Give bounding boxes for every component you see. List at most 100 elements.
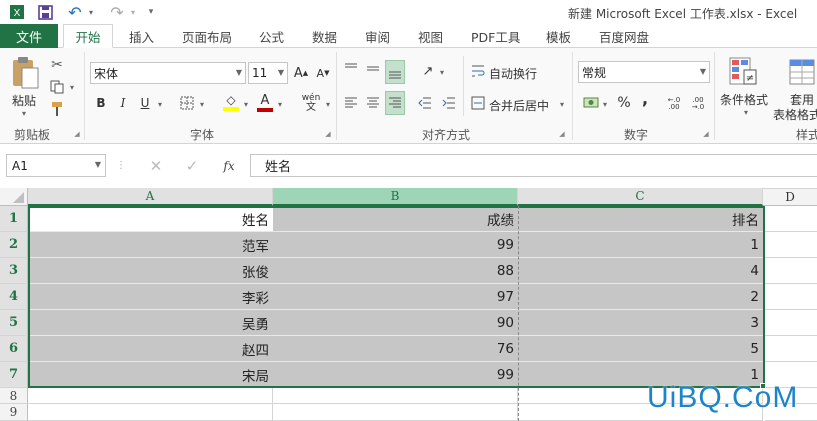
name-box[interactable]: A1 ▼ [6, 154, 106, 177]
row-header[interactable]: 9 [0, 404, 28, 421]
tab-formulas[interactable]: 公式 [255, 24, 288, 48]
bold-button[interactable]: B [93, 94, 109, 112]
wrap-text-icon[interactable] [470, 63, 486, 79]
cell-b6[interactable]: 76 [273, 336, 518, 362]
customize-qat-icon[interactable]: ▾ [142, 3, 160, 21]
comma-style-button[interactable]: , [638, 88, 652, 108]
column-header-a[interactable]: A [28, 188, 273, 206]
cell-a4[interactable]: 李彩 [28, 284, 273, 310]
tab-file[interactable]: 文件 [0, 24, 58, 48]
borders-dropdown-icon[interactable]: ▾ [197, 97, 207, 111]
cell-a2[interactable]: 范军 [28, 232, 273, 258]
confirm-entry-icon[interactable]: ✓ [182, 156, 202, 176]
row-header[interactable]: 7 [0, 362, 28, 388]
format-painter-icon[interactable] [48, 100, 66, 118]
conditional-formatting-icon[interactable]: ≠ [728, 56, 760, 88]
cell-b8[interactable] [273, 388, 518, 404]
format-as-table-icon[interactable] [788, 56, 816, 88]
redo-dropdown-icon[interactable]: ▾ [124, 3, 142, 21]
paste-label[interactable]: 粘贴 [12, 92, 36, 109]
cell-a3[interactable]: 张俊 [28, 258, 273, 284]
fill-color-dropdown-icon[interactable]: ▾ [241, 97, 251, 111]
cell-a6[interactable]: 赵四 [28, 336, 273, 362]
italic-button[interactable]: I [115, 94, 131, 112]
cell-d6[interactable] [765, 336, 817, 362]
borders-icon[interactable] [178, 94, 196, 112]
tab-view[interactable]: 视图 [414, 24, 447, 48]
increase-decimal-icon[interactable]: ←.0.00 [664, 94, 684, 114]
align-center-icon[interactable] [364, 94, 382, 112]
cell-c3[interactable]: 4 [518, 258, 763, 284]
top-align-icon[interactable] [342, 60, 360, 78]
cell-b9[interactable] [273, 404, 518, 421]
tab-page-layout[interactable]: 页面布局 [178, 24, 236, 48]
font-size-combo[interactable]: 11 ▼ [248, 62, 288, 84]
font-color-icon[interactable]: A [256, 92, 274, 112]
merge-center-label[interactable]: 合并后居中 [489, 97, 549, 114]
undo-dropdown-icon[interactable]: ▾ [82, 3, 100, 21]
decrease-decimal-icon[interactable]: .00 →.0 [688, 94, 708, 114]
row-header[interactable]: 5 [0, 310, 28, 336]
row-header[interactable]: 4 [0, 284, 28, 310]
clipboard-launcher-icon[interactable]: ◢ [73, 130, 81, 138]
cell-b5[interactable]: 90 [273, 310, 518, 336]
cell-b1[interactable]: 成绩 [273, 206, 518, 232]
cell-d2[interactable] [765, 232, 817, 258]
wrap-text-label[interactable]: 自动换行 [489, 65, 537, 82]
column-header-d[interactable]: D [763, 188, 817, 206]
merge-center-icon[interactable] [470, 95, 486, 111]
grow-font-icon[interactable]: A ▲ [292, 63, 310, 83]
cut-icon[interactable]: ✂ [48, 56, 66, 74]
font-name-combo[interactable]: 宋体 ▼ [90, 62, 246, 84]
font-color-dropdown-icon[interactable]: ▾ [275, 97, 285, 111]
cell-d4[interactable] [765, 284, 817, 310]
alignment-launcher-icon[interactable]: ◢ [558, 130, 566, 138]
row-header[interactable]: 2 [0, 232, 28, 258]
copy-icon[interactable] [48, 78, 66, 96]
cell-b2[interactable]: 99 [273, 232, 518, 258]
tab-insert[interactable]: 插入 [125, 24, 158, 48]
cell-d5[interactable] [765, 310, 817, 336]
shrink-font-icon[interactable]: A ▼ [314, 63, 332, 83]
decrease-indent-icon[interactable] [416, 94, 434, 112]
row-header[interactable]: 1 [0, 206, 28, 232]
cell-b4[interactable]: 97 [273, 284, 518, 310]
accounting-dropdown-icon[interactable]: ▾ [600, 97, 610, 111]
column-header-b[interactable]: B [273, 188, 518, 206]
cell-c5[interactable]: 3 [518, 310, 763, 336]
row-header[interactable]: 8 [0, 388, 28, 404]
cell-d1[interactable] [765, 206, 817, 232]
phonetic-dropdown-icon[interactable]: ▾ [323, 97, 333, 111]
bottom-align-icon[interactable] [385, 60, 405, 84]
cell-b7[interactable]: 99 [273, 362, 518, 388]
orientation-icon[interactable]: ↗ [418, 62, 438, 80]
middle-align-icon[interactable] [364, 60, 382, 78]
tab-data[interactable]: 数据 [308, 24, 341, 48]
paste-icon[interactable] [10, 56, 40, 90]
increase-indent-icon[interactable] [440, 94, 458, 112]
insert-function-button[interactable]: fx [218, 156, 240, 176]
conditional-dropdown-icon[interactable]: ▾ [741, 106, 751, 118]
cancel-entry-icon[interactable]: ✕ [146, 156, 166, 176]
column-header-c[interactable]: C [518, 188, 763, 206]
underline-button[interactable]: U [137, 94, 153, 112]
cell-c2[interactable]: 1 [518, 232, 763, 258]
tab-review[interactable]: 审阅 [361, 24, 394, 48]
cell-a5[interactable]: 吴勇 [28, 310, 273, 336]
cell-a7[interactable]: 宋局 [28, 362, 273, 388]
select-all-corner[interactable] [0, 188, 28, 206]
align-left-icon[interactable] [342, 94, 360, 112]
number-launcher-icon[interactable]: ◢ [702, 130, 710, 138]
tab-home[interactable]: 开始 [63, 24, 113, 48]
tab-templates[interactable]: 模板 [542, 24, 575, 48]
cell-a9[interactable] [28, 404, 273, 421]
cell-a8[interactable] [28, 388, 273, 404]
paste-dropdown-icon[interactable]: ▾ [18, 108, 30, 118]
tab-baidu-netdisk[interactable]: 百度网盘 [595, 24, 653, 48]
number-format-combo[interactable]: 常规 ▼ [578, 61, 710, 83]
row-header[interactable]: 6 [0, 336, 28, 362]
cell-c1[interactable]: 排名 [518, 206, 763, 232]
cell-d3[interactable] [765, 258, 817, 284]
font-launcher-icon[interactable]: ◢ [324, 130, 332, 138]
orientation-dropdown-icon[interactable]: ▾ [437, 65, 447, 79]
